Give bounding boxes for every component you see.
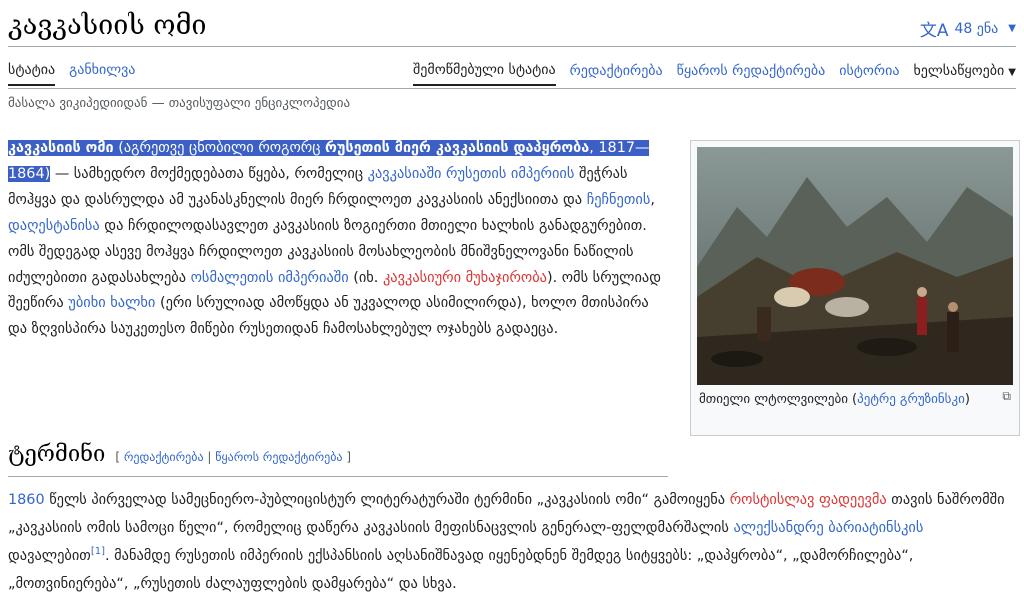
painting-illustration [697, 147, 1013, 385]
caption-text: მთიელი ლტოლვილები ( [699, 392, 858, 407]
language-count: 48 ენა [954, 20, 999, 37]
text: (აგრეთვე ცნობილი როგორც [113, 140, 326, 156]
tab-edit-source[interactable]: წყაროს რედაქტირება [677, 63, 826, 85]
section-heading: ტერმინი [ რედაქტირება | წყაროს რედაქტირებ… [8, 442, 351, 467]
language-selector[interactable]: 文A 48 ენა ▼ [919, 16, 1016, 42]
text: წელს პირველად სამეცნიერო-პუბლიცისტურ ლიტ… [44, 492, 730, 508]
namespace-tabs: სტატია განხილვა [8, 62, 135, 86]
text: დავალებით [8, 548, 91, 564]
link-alexander-baryatinsky[interactable]: ალექსანდრე ბარიატინსკის [733, 520, 923, 536]
intro-paragraph: კავკასიის ომი (აგრეთვე ცნობილი როგორც რუ… [8, 136, 663, 343]
chevron-down-icon: ▼ [1008, 67, 1016, 78]
enlarge-icon[interactable]: ⧉ [1002, 389, 1011, 404]
page-title: კავკასიის ომი [8, 10, 207, 41]
link-ubykh-people[interactable]: უბიხი ხალხი [68, 295, 155, 311]
text: (იხ. [348, 269, 383, 286]
link-dagestan[interactable]: დაღესტანისა [8, 218, 100, 234]
tab-reviewed-article[interactable]: შემოწმებული სტატია [413, 62, 556, 86]
section-divider [8, 476, 668, 477]
bracket: [ [115, 450, 124, 464]
tab-edit[interactable]: რედაქტირება [570, 63, 663, 85]
tab-article[interactable]: სტატია [8, 62, 56, 86]
text: . მანამდე რუსეთის იმპერიის ექსპანსიის აღ… [8, 548, 914, 592]
text: , [650, 191, 655, 208]
bracket: ] [342, 450, 352, 464]
caption-end: ) [964, 392, 970, 407]
text: — სამხედრო მოქმედებათა წყება, რომელიც [50, 165, 368, 182]
painting-image[interactable] [697, 147, 1013, 385]
reference-link[interactable]: [1] [91, 546, 105, 557]
link-pyotr-gruzinsky[interactable]: პეტრე გრუზინსკი [857, 392, 965, 407]
link-caucasus-russian-empire[interactable]: კავკასიაში რუსეთის იმპერიის [368, 166, 575, 182]
section-edit-link[interactable]: რედაქტირება [124, 450, 204, 464]
tab-talk[interactable]: განხილვა [69, 62, 135, 86]
title-divider [8, 46, 1016, 47]
tabs-divider [8, 88, 1016, 89]
link-muhajirism[interactable]: კავკასიური მუხაჯირობა [383, 270, 547, 286]
link-chechnya[interactable]: ჩეჩნეთის [587, 192, 651, 208]
infobox: მთიელი ლტოლვილები (პეტრე გრუზინსკი) ⧉ [690, 140, 1020, 436]
link-1860[interactable]: 1860 [8, 492, 45, 508]
article-subject: კავკასიის ომი [8, 140, 114, 156]
link-ottoman-empire[interactable]: ოსმალეთის იმპერიაში [191, 270, 349, 286]
translate-icon: 文A [919, 21, 949, 41]
view-tabs: შემოწმებული სტატია რედაქტირება წყაროს რე… [413, 62, 1016, 86]
terminology-paragraph: 1860 წელს პირველად სამეცნიერო-პუბლიცისტუ… [8, 486, 1018, 598]
tab-history[interactable]: ისტორია [839, 63, 899, 85]
separator: | [203, 450, 216, 464]
alt-name: რუსეთის მიერ კავკასიის დაპყრობა [325, 140, 590, 156]
section-edit-source-link[interactable]: წყაროს რედაქტირება [215, 450, 342, 464]
tools-label: ხელსაწყოები [913, 63, 1005, 79]
link-rostislav-fadeyev[interactable]: როსტისლავ ფადეევმა [730, 492, 887, 508]
image-caption: მთიელი ლტოლვილები (პეტრე გრუზინსკი) [699, 389, 999, 410]
chevron-down-icon: ▼ [1008, 23, 1016, 34]
section-title: ტერმინი [8, 442, 106, 467]
section-edit-links: [ რედაქტირება | წყაროს რედაქტირება ] [115, 450, 351, 464]
tools-menu[interactable]: ხელსაწყოები ▼ [913, 63, 1016, 85]
site-tagline: მასალა ვიკიპედიიდან — თავისუფალი ენციკლო… [8, 96, 351, 111]
